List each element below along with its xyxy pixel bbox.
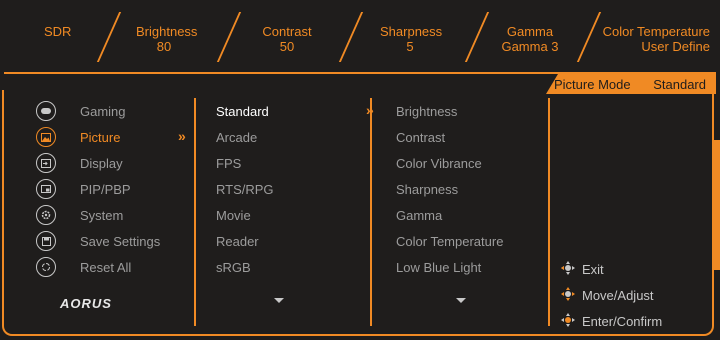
help-label: Exit bbox=[582, 262, 604, 277]
menu-item-pip-pbp[interactable]: PIP/PBP bbox=[36, 178, 131, 200]
gamepad-icon bbox=[36, 101, 56, 121]
help-enter-confirm: Enter/Confirm bbox=[560, 312, 662, 331]
column-divider bbox=[548, 98, 550, 326]
display-input-icon bbox=[36, 153, 56, 173]
setting-sharpness[interactable]: Sharpness bbox=[396, 182, 458, 197]
save-icon bbox=[36, 231, 56, 251]
divider-slash bbox=[96, 12, 122, 62]
mode-option-srgb[interactable]: sRGB bbox=[216, 260, 251, 275]
menu-item-display[interactable]: Display bbox=[36, 152, 123, 174]
help-exit: Exit bbox=[560, 260, 604, 279]
joystick-icon bbox=[560, 312, 576, 331]
scroll-down-icon[interactable] bbox=[456, 298, 466, 303]
pip-icon bbox=[36, 179, 56, 199]
menu-label: Display bbox=[80, 155, 123, 171]
scroll-down-icon[interactable] bbox=[274, 298, 284, 303]
menu-item-gaming[interactable]: Gaming bbox=[36, 100, 126, 122]
setting-contrast[interactable]: Contrast bbox=[396, 130, 445, 145]
divider-slash bbox=[576, 12, 602, 62]
help-label: Enter/Confirm bbox=[582, 314, 663, 329]
scroll-tab bbox=[714, 140, 720, 270]
joystick-icon bbox=[560, 286, 576, 305]
chevron-right-icon: » bbox=[178, 128, 186, 144]
mode-option-reader[interactable]: Reader bbox=[216, 234, 259, 249]
setting-color-temperature[interactable]: Color Temperature bbox=[396, 234, 503, 249]
help-move-adjust: Move/Adjust bbox=[560, 286, 654, 305]
divider-slash bbox=[216, 12, 242, 62]
menu-item-picture[interactable]: Picture bbox=[36, 126, 120, 148]
mode-option-movie[interactable]: Movie bbox=[216, 208, 251, 223]
menu-item-save-settings[interactable]: Save Settings bbox=[36, 230, 160, 252]
status-sharpness: Sharpness 5 bbox=[380, 24, 443, 54]
menu-item-system[interactable]: System bbox=[36, 204, 123, 226]
joystick-icon bbox=[560, 260, 576, 279]
mode-option-rts-rpg[interactable]: RTS/RPG bbox=[216, 182, 274, 197]
status-contrast: Contrast 50 bbox=[262, 24, 312, 54]
status-brightness: Brightness 80 bbox=[136, 24, 198, 54]
setting-brightness[interactable]: Brightness bbox=[396, 104, 457, 119]
menu-item-reset-all[interactable]: Reset All bbox=[36, 256, 131, 278]
column-divider bbox=[194, 98, 196, 326]
mode-option-standard[interactable]: Standard bbox=[216, 104, 269, 119]
column-divider bbox=[370, 98, 372, 326]
menu-label: Reset All bbox=[80, 259, 132, 275]
divider-slash bbox=[338, 12, 364, 62]
menu-label: Picture bbox=[80, 129, 121, 145]
setting-gamma[interactable]: Gamma bbox=[396, 208, 442, 223]
status-color-temperature: Color Temperature User Define bbox=[602, 24, 710, 54]
menu-label: Save Settings bbox=[80, 233, 161, 249]
help-label: Move/Adjust bbox=[582, 288, 654, 303]
chevron-right-icon: » bbox=[366, 102, 374, 118]
gear-icon bbox=[36, 205, 56, 225]
top-status-bar: SDR Brightness 80 Contrast 50 Sharpness 5 G… bbox=[0, 0, 720, 72]
header-divider bbox=[4, 72, 716, 74]
picture-icon bbox=[36, 127, 56, 147]
reset-icon bbox=[36, 257, 56, 277]
hdr-mode-label: SDR bbox=[44, 24, 72, 39]
setting-color-vibrance[interactable]: Color Vibrance bbox=[396, 156, 482, 171]
menu-label: PIP/PBP bbox=[80, 181, 131, 197]
menu-label: System bbox=[80, 207, 124, 223]
setting-low-blue-light[interactable]: Low Blue Light bbox=[396, 260, 481, 275]
mode-option-fps[interactable]: FPS bbox=[216, 156, 241, 171]
menu-label: Gaming bbox=[80, 103, 126, 119]
mode-option-arcade[interactable]: Arcade bbox=[216, 130, 257, 145]
divider-slash bbox=[464, 12, 490, 62]
status-gamma: Gamma Gamma 3 bbox=[501, 24, 559, 54]
aorus-logo: AORUS bbox=[60, 296, 112, 311]
